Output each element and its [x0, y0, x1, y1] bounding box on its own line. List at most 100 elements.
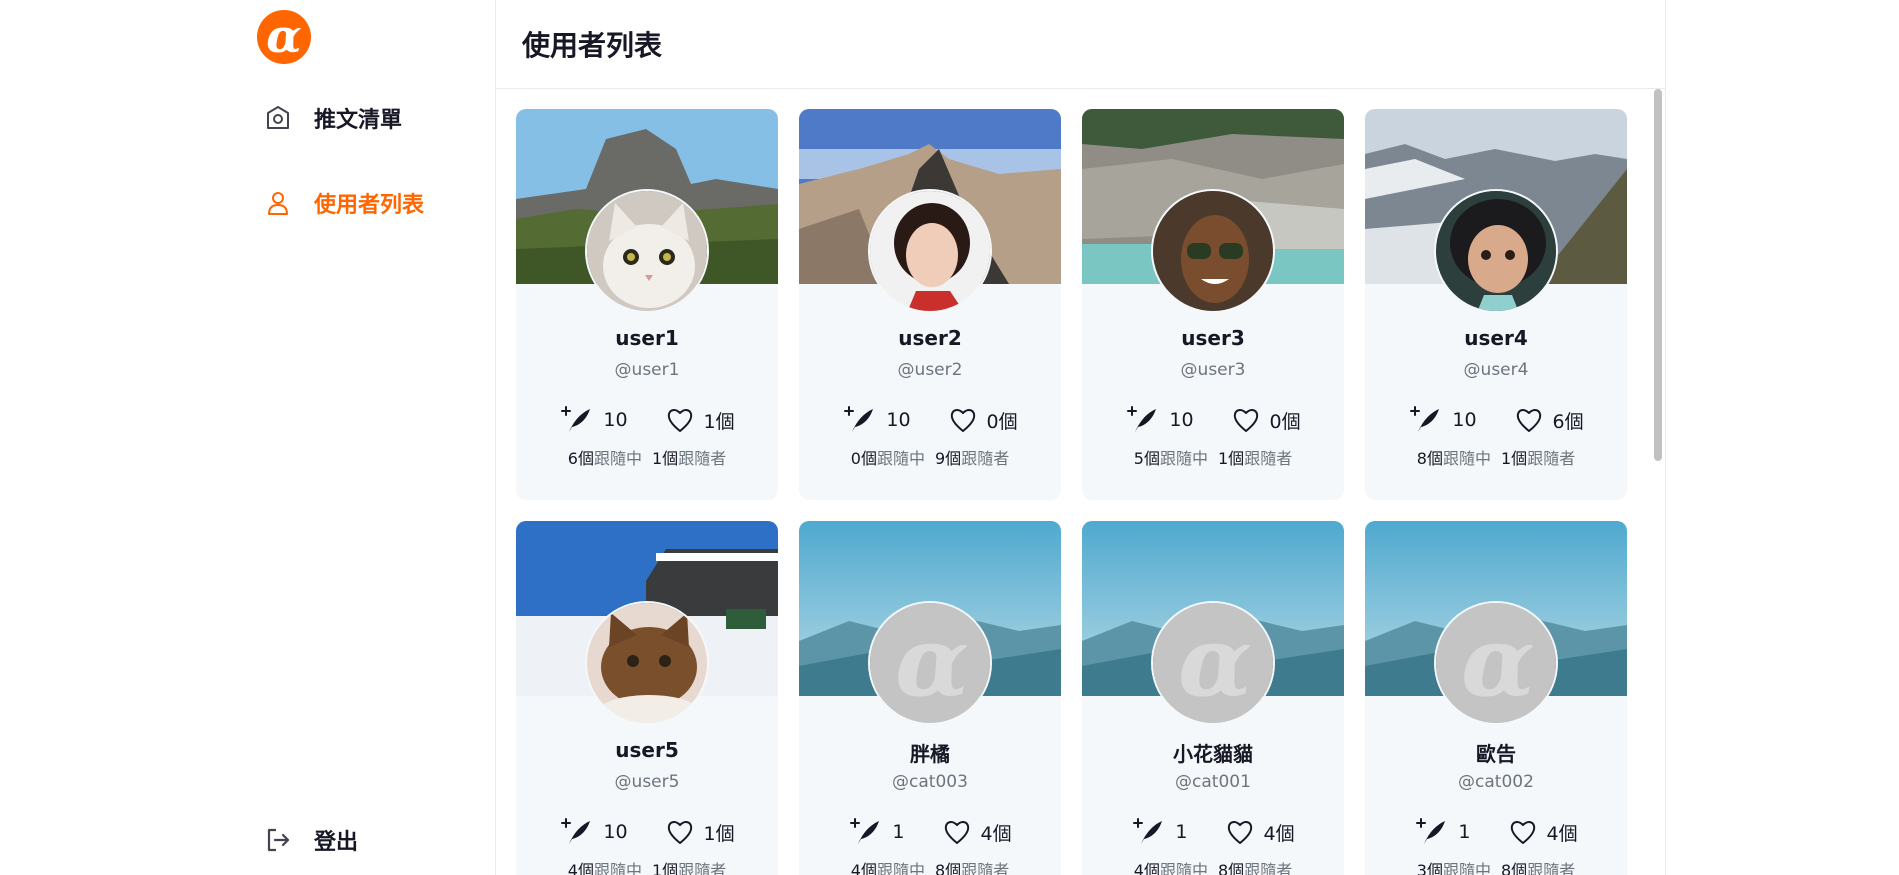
- following-count[interactable]: 4個: [568, 861, 594, 875]
- followers-count[interactable]: 1個: [1501, 449, 1527, 468]
- tweet-count: 10: [1125, 405, 1194, 435]
- like-count-value: 0個: [986, 410, 1018, 433]
- avatar[interactable]: α: [868, 601, 992, 725]
- following-count[interactable]: 4個: [1134, 861, 1160, 875]
- user-card[interactable]: user2 @user2 10 0個 0個跟隨中 9個跟隨者: [799, 109, 1061, 500]
- followers-label: 跟隨者: [961, 449, 1010, 468]
- tweet-count-value: 1: [1458, 821, 1471, 843]
- following-count[interactable]: 6個: [568, 449, 594, 468]
- heart-icon: [1510, 821, 1535, 844]
- user-name[interactable]: user3: [1082, 326, 1344, 350]
- user-name[interactable]: user4: [1365, 326, 1627, 350]
- sidebar-item-users[interactable]: 使用者列表: [264, 183, 424, 223]
- following-count[interactable]: 4個: [851, 861, 877, 875]
- tweet-count: 10: [842, 405, 911, 435]
- followers-count[interactable]: 8個: [1218, 861, 1244, 875]
- user-account: @user1: [614, 360, 680, 380]
- tweet-count: 10: [1408, 405, 1477, 435]
- like-count: 4個: [943, 819, 1012, 846]
- avatar[interactable]: [868, 189, 992, 313]
- followers-label: 跟隨者: [1244, 449, 1293, 468]
- following-count[interactable]: 0個: [851, 449, 877, 468]
- scrollbar[interactable]: [1651, 89, 1665, 875]
- user-stats: 10 1個: [516, 817, 778, 847]
- alpha-logo-icon[interactable]: α: [257, 10, 311, 64]
- tweet-feather-icon: [1410, 406, 1440, 432]
- user-account: @cat002: [1458, 772, 1534, 792]
- following-label: 跟隨中: [1442, 449, 1491, 468]
- following-label: 跟隨中: [1442, 861, 1491, 875]
- avatar[interactable]: α: [1434, 601, 1558, 725]
- followers-count[interactable]: 1個: [652, 861, 678, 875]
- tweet-feather-icon: [1416, 818, 1446, 844]
- user-name[interactable]: 胖橘: [799, 738, 1061, 767]
- user-account: @user3: [1180, 360, 1246, 380]
- followers-count[interactable]: 1個: [1218, 449, 1244, 468]
- followers-label: 跟隨者: [1244, 861, 1293, 875]
- user-card[interactable]: user3 @user3 10 0個 5個跟隨中 1個跟隨者: [1082, 109, 1344, 500]
- user-name[interactable]: user2: [799, 326, 1061, 350]
- heart-icon: [1516, 409, 1541, 432]
- follow-stats: 4個跟隨中 8個跟隨者: [799, 857, 1061, 875]
- scrollbar-thumb[interactable]: [1654, 89, 1662, 461]
- user-name[interactable]: user5: [516, 738, 778, 762]
- following-label: 跟隨中: [1159, 861, 1208, 875]
- tweet-feather-icon: [850, 818, 880, 844]
- following-label: 跟隨中: [593, 449, 642, 468]
- followers-count[interactable]: 9個: [935, 449, 961, 468]
- heart-icon: [667, 409, 692, 432]
- tweet-count-value: 10: [1452, 409, 1477, 431]
- avatar[interactable]: [585, 601, 709, 725]
- tweet-count: 1: [1131, 817, 1188, 847]
- like-count-value: 4個: [1546, 822, 1578, 845]
- user-stats: 1 4個: [1082, 817, 1344, 847]
- heart-icon: [667, 821, 692, 844]
- user-card[interactable]: α 胖橘 @cat003 1 4個 4個跟隨中 8個跟隨者: [799, 521, 1061, 875]
- app: α 推文清單 使用者列表 登出 使用者列表 user1 @user1 10 1個 6個跟…: [0, 0, 1899, 875]
- avatar[interactable]: [1151, 189, 1275, 313]
- user-stats: 10 0個: [799, 405, 1061, 435]
- svg-text:α: α: [895, 605, 969, 718]
- user-stats: 1 4個: [1365, 817, 1627, 847]
- avatar[interactable]: [1434, 189, 1558, 313]
- avatar[interactable]: α: [1151, 601, 1275, 725]
- tweet-count-value: 1: [892, 821, 905, 843]
- like-count-value: 1個: [703, 822, 735, 845]
- user-card[interactable]: α 小花貓貓 @cat001 1 4個 4個跟隨中 8個跟隨者: [1082, 521, 1344, 875]
- tweet-count-value: 10: [603, 409, 628, 431]
- followers-label: 跟隨者: [678, 861, 727, 875]
- user-card[interactable]: user5 @user5 10 1個 4個跟隨中 1個跟隨者: [516, 521, 778, 875]
- follow-stats: 4個跟隨中 1個跟隨者: [516, 857, 778, 875]
- followers-count[interactable]: 8個: [935, 861, 961, 875]
- user-account: @cat001: [1175, 772, 1251, 792]
- user-card[interactable]: user4 @user4 10 6個 8個跟隨中 1個跟隨者: [1365, 109, 1627, 500]
- tweet-feather-icon: [561, 406, 591, 432]
- tweet-count-value: 10: [1169, 409, 1194, 431]
- like-count: 0個: [1232, 407, 1301, 434]
- user-name[interactable]: 歐告: [1365, 738, 1627, 767]
- like-count: 1個: [666, 407, 735, 434]
- sidebar-item-tweets[interactable]: 推文清單: [264, 98, 402, 138]
- user-icon: [264, 189, 292, 217]
- following-count[interactable]: 8個: [1417, 449, 1443, 468]
- user-name[interactable]: user1: [516, 326, 778, 350]
- followers-label: 跟隨者: [1527, 861, 1576, 875]
- tweet-feather-icon: [1133, 818, 1163, 844]
- like-count-value: 4個: [980, 822, 1012, 845]
- followers-count[interactable]: 8個: [1501, 861, 1527, 875]
- user-card[interactable]: user1 @user1 10 1個 6個跟隨中 1個跟隨者: [516, 109, 778, 500]
- logout-button[interactable]: 登出: [264, 820, 358, 860]
- follow-stats: 6個跟隨中 1個跟隨者: [516, 445, 778, 469]
- user-stats: 1 4個: [799, 817, 1061, 847]
- user-card[interactable]: α 歐告 @cat002 1 4個 3個跟隨中 8個跟隨者: [1365, 521, 1627, 875]
- following-count[interactable]: 5個: [1134, 449, 1160, 468]
- following-label: 跟隨中: [593, 861, 642, 875]
- following-label: 跟隨中: [876, 449, 925, 468]
- user-account: @cat003: [892, 772, 968, 792]
- main-panel: 使用者列表 user1 @user1 10 1個 6個跟隨中 1個跟隨者 user2 @use…: [496, 0, 1666, 875]
- followers-count[interactable]: 1個: [652, 449, 678, 468]
- avatar[interactable]: [585, 189, 709, 313]
- user-name[interactable]: 小花貓貓: [1082, 738, 1344, 767]
- heart-icon: [1233, 409, 1258, 432]
- following-count[interactable]: 3個: [1417, 861, 1443, 875]
